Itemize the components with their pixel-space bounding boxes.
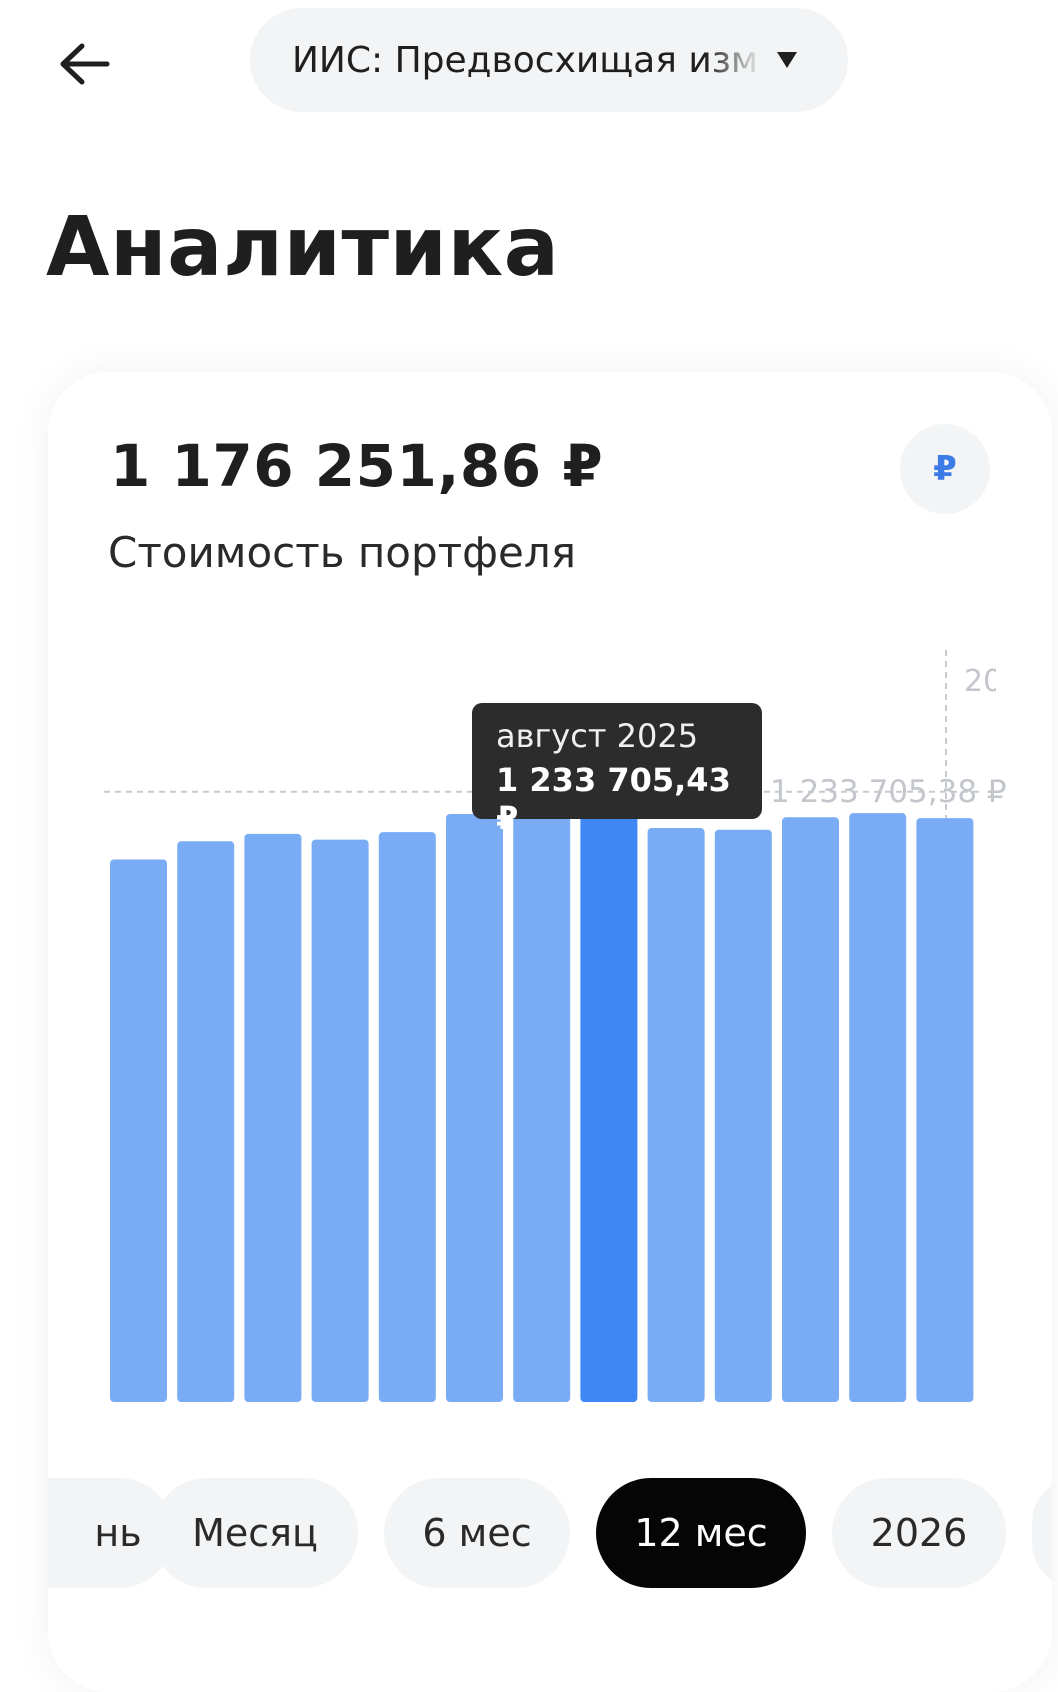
chart-bar[interactable]: [849, 813, 907, 1402]
currency-toggle-button[interactable]: ₽: [900, 424, 990, 514]
period-day-label: нь: [94, 1511, 142, 1555]
account-selector[interactable]: ИИС: Предвосхищая изм: [250, 8, 848, 112]
period-2026-label: 2026: [870, 1511, 968, 1555]
chart-bar[interactable]: [647, 828, 705, 1402]
chart-bar[interactable]: [916, 818, 974, 1402]
tooltip-month: август 2025: [496, 717, 699, 755]
x-marker-label: 2026: [964, 664, 996, 699]
period-selector: нь Месяц 6 мес 12 мес 2026: [48, 1478, 1052, 1588]
chart-bar[interactable]: [110, 859, 167, 1402]
arrow-left-icon: [60, 43, 110, 85]
chart-bar[interactable]: [714, 829, 772, 1402]
chart-bar[interactable]: [513, 809, 571, 1402]
chart-bar[interactable]: [782, 817, 839, 1402]
period-12-months-label: 12 мес: [634, 1511, 768, 1555]
period-6-months-label: 6 мес: [422, 1511, 532, 1555]
caret-down-icon: [777, 52, 797, 68]
period-6-months[interactable]: 6 мес: [384, 1478, 570, 1588]
back-button[interactable]: [48, 28, 120, 100]
period-month-label: Месяц: [192, 1511, 318, 1555]
period-month[interactable]: Месяц: [152, 1478, 358, 1588]
chart-bar[interactable]: [244, 833, 302, 1402]
chart-bar[interactable]: [446, 813, 503, 1402]
period-more[interactable]: [1032, 1478, 1052, 1588]
period-2026[interactable]: 2026: [832, 1478, 1006, 1588]
chart-bar-selected[interactable]: [580, 811, 638, 1402]
chart-bar[interactable]: [378, 832, 436, 1402]
period-12-months[interactable]: 12 мес: [596, 1478, 806, 1588]
chart-bar[interactable]: [177, 841, 235, 1402]
chart-bar[interactable]: [311, 839, 369, 1402]
chart-tooltip: август 2025 1 233 705,43 ₽: [472, 703, 762, 837]
reference-line-label: 1 233 705,38 ₽: [770, 774, 1007, 810]
portfolio-label: Стоимость портфеля: [108, 528, 576, 577]
tooltip-value: 1 233 705,43 ₽: [496, 761, 731, 837]
portfolio-amount: 1 176 251,86 ₽: [110, 432, 604, 500]
page-title: Аналитика: [46, 200, 560, 295]
account-name: ИИС: Предвосхищая изм: [292, 39, 759, 81]
